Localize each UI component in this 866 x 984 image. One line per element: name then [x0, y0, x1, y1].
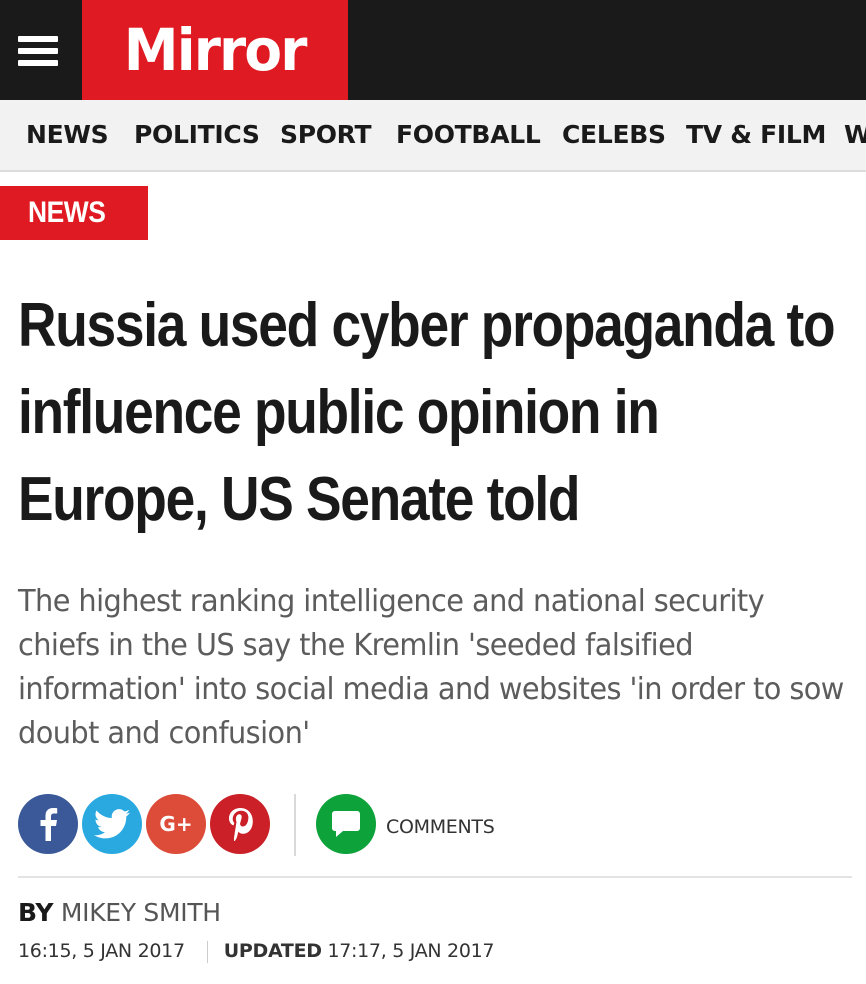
- logo-text: Mirror: [124, 16, 308, 84]
- section-nav: NEWS POLITICS SPORT FOOTBALL CELEBS TV &…: [0, 100, 866, 172]
- nav-item-more[interactable]: W: [844, 121, 866, 149]
- date-separator: [206, 940, 208, 963]
- nav-item-tv-film[interactable]: TV & FILM: [686, 121, 826, 149]
- mirror-logo[interactable]: Mirror: [82, 0, 348, 100]
- section-tag-label: NEWS: [28, 196, 106, 229]
- article-dates: 16:15, 5 JAN 2017 UPDATED 17:17, 5 JAN 20…: [18, 940, 495, 963]
- author-link[interactable]: MIKEY SMITH: [61, 898, 221, 927]
- twitter-icon: [94, 809, 130, 839]
- hamburger-menu-icon[interactable]: [0, 0, 80, 100]
- pinterest-share-button[interactable]: [210, 794, 270, 854]
- comments-button[interactable]: [316, 794, 376, 854]
- nav-item-sport[interactable]: SPORT: [280, 121, 372, 149]
- nav-item-news[interactable]: NEWS: [26, 121, 109, 149]
- pinterest-icon: [229, 808, 253, 841]
- comment-bubble-icon: [332, 811, 360, 837]
- twitter-share-button[interactable]: [82, 794, 142, 854]
- updated-label: UPDATED: [223, 940, 322, 962]
- nav-item-football[interactable]: FOOTBALL: [396, 121, 541, 149]
- comments-link[interactable]: COMMENTS: [386, 816, 495, 838]
- article-standfirst: The highest ranking intelligence and nat…: [18, 584, 844, 751]
- googleplus-icon: G+: [159, 812, 193, 836]
- article-headline: Russia used cyber propaganda to influenc…: [18, 291, 836, 534]
- updated-time: 17:17, 5 JAN 2017: [327, 940, 495, 962]
- facebook-icon: [40, 808, 58, 841]
- top-bar: Mirror: [0, 0, 866, 100]
- byline-by-label: BY: [18, 898, 54, 927]
- share-bar: G+ COMMENTS: [18, 794, 848, 856]
- section-tag-news[interactable]: NEWS: [0, 186, 148, 240]
- share-divider: [294, 794, 296, 856]
- nav-item-politics[interactable]: POLITICS: [134, 121, 260, 149]
- googleplus-share-button[interactable]: G+: [146, 794, 206, 854]
- byline-divider: [18, 876, 852, 878]
- nav-item-celebs[interactable]: CELEBS: [562, 121, 666, 149]
- facebook-share-button[interactable]: [18, 794, 78, 854]
- byline: BY MIKEY SMITH: [18, 898, 221, 927]
- published-time: 16:15, 5 JAN 2017: [18, 940, 185, 962]
